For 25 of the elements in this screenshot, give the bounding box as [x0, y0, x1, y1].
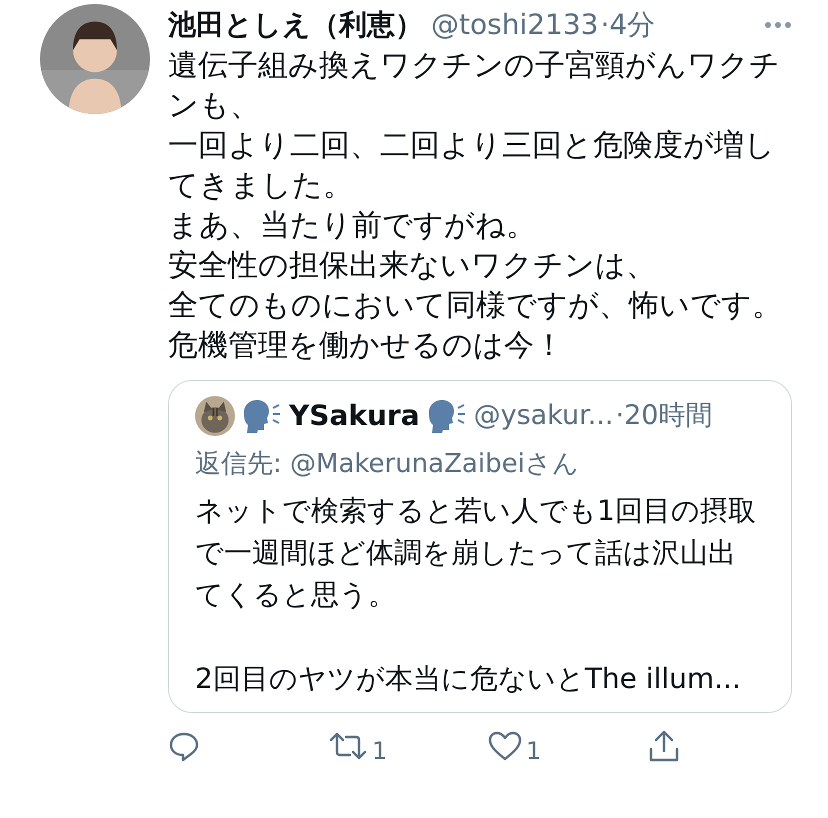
more-icon[interactable] [764, 21, 792, 29]
timestamp: ·4分 [600, 7, 656, 43]
retweet-count: 1 [372, 736, 388, 767]
reply-icon[interactable] [168, 730, 200, 762]
quoted-tweet-paragraph: ネットで検索すると若い人でも1回目の摂取で一週間ほど体調を崩したって話は沢山出てくると思う。 [195, 493, 757, 613]
like-count: 1 [526, 736, 542, 767]
heart-icon[interactable] [488, 730, 522, 762]
tweet-text-line: 一回より二回、二回より三回と危険度が増してきました。 [168, 127, 776, 205]
speaking-head-icon [243, 398, 281, 434]
speaking-head-icon [428, 398, 466, 434]
user-name[interactable]: 池田としえ（利恵） [168, 4, 423, 46]
tweet-text-line: 安全性の担保出来ないワクチンは、 [168, 247, 657, 285]
user-handle: @toshi2133 [431, 7, 598, 43]
reply-to-text: 返信先: @MakerunaZaibeiさん [195, 448, 580, 481]
share-icon[interactable] [648, 729, 680, 763]
tweet-text-line: 全てのものにおいて同様ですが、怖いです。 [168, 287, 783, 325]
quoted-tweet-paragraph: 2回目のヤツが本当に危ないとThe illum... [195, 661, 742, 697]
tweet-text-line: 危機管理を働かせるのは今！ [168, 327, 565, 365]
quoted-tweet-card[interactable]: YSakura @ysakur...·20時間 返信先: @MakerunaZaibeiさん ネットで検索すると若い人でも1回目の摂取で一週間ほど体調を崩したって話は沢山出てくると思う。 2回目のヤツが本当に危ないとThe illum... [168, 380, 792, 713]
quoted-timestamp: ·20時間 [615, 398, 712, 433]
tweet-text-line: 遺伝子組み換えワクチンの子宮頸がんワクチンも、 [168, 47, 781, 125]
quoted-user-name: YSakura [289, 398, 420, 434]
quoted-user-handle: @ysakur... [474, 398, 614, 433]
retweet-icon[interactable] [328, 730, 368, 762]
tweet-text-line: まあ、当たり前ですがね。 [168, 207, 537, 245]
